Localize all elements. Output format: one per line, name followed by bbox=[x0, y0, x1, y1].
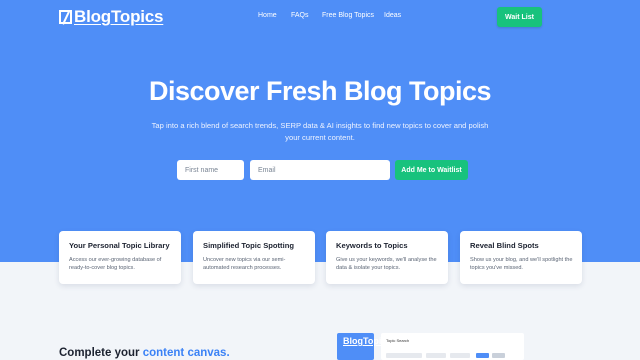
wait-list-button[interactable]: Wait List bbox=[497, 7, 542, 27]
section-title: Complete your content canvas. bbox=[59, 347, 230, 359]
preview-panel-label: Topic Search bbox=[386, 338, 410, 343]
feature-card: Reveal Blind Spots Show us your blog, an… bbox=[460, 231, 582, 284]
feature-card: Your Personal Topic Library Access our e… bbox=[59, 231, 181, 284]
feature-card: Keywords to Topics Give us your keywords… bbox=[326, 231, 448, 284]
hero-subtitle: Tap into a rich blend of search trends, … bbox=[151, 121, 489, 142]
preview-select bbox=[450, 353, 470, 358]
feature-description: Show us your blog, and we'll spotlight t… bbox=[470, 257, 573, 272]
feature-description: Give us your keywords, we'll analyse the… bbox=[336, 257, 437, 272]
feature-title: Simplified Topic Spotting bbox=[203, 241, 294, 250]
feature-description: Access our ever-growing database of read… bbox=[69, 257, 162, 272]
nav-item-faqs[interactable]: FAQs bbox=[291, 12, 309, 19]
brand-name: BlogTopics bbox=[74, 7, 164, 26]
email-field[interactable]: Email bbox=[250, 160, 390, 180]
preview-logo: BlogTopics bbox=[337, 333, 391, 360]
brand-logo[interactable]: BlogTopics bbox=[59, 7, 163, 27]
nav-item-home[interactable]: Home bbox=[258, 12, 277, 19]
preview-select bbox=[426, 353, 446, 358]
section-title-start: Complete your bbox=[59, 347, 143, 359]
first-name-field[interactable]: First name bbox=[177, 160, 244, 180]
logo-icon bbox=[59, 10, 72, 24]
nav-item-ideas[interactable]: Ideas bbox=[384, 12, 401, 19]
feature-title: Reveal Blind Spots bbox=[470, 241, 539, 250]
preview-input bbox=[386, 353, 422, 358]
feature-card: Simplified Topic Spotting Uncover new to… bbox=[193, 231, 315, 284]
section-title-accent: content canvas. bbox=[142, 347, 230, 359]
hero-title: Discover Fresh Blog Topics bbox=[148, 76, 492, 106]
feature-title: Keywords to Topics bbox=[336, 241, 408, 250]
preview-button bbox=[476, 353, 489, 358]
add-to-waitlist-button[interactable]: Add Me to Waitlist bbox=[395, 160, 468, 180]
preview-button bbox=[492, 353, 505, 358]
feature-description: Uncover new topics via our semi-automate… bbox=[203, 257, 286, 272]
feature-title: Your Personal Topic Library bbox=[69, 241, 170, 250]
nav-item-free-blog-topics[interactable]: Free Blog Topics bbox=[322, 12, 374, 19]
